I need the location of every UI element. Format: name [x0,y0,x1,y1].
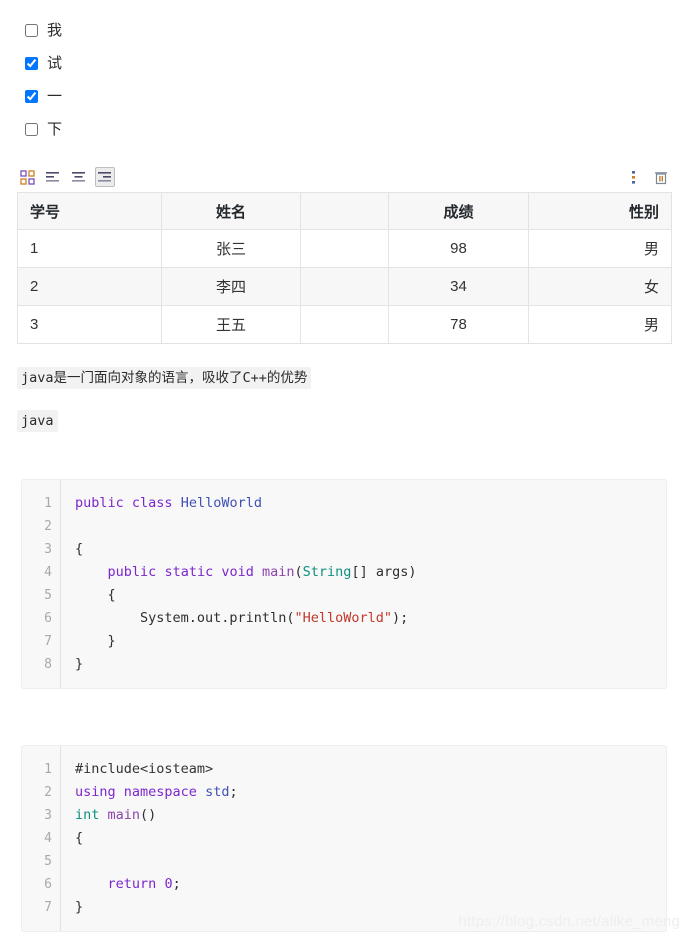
table-header: 学号 姓名 成绩 性别 [17,192,672,230]
task-label-0: 我 [47,22,63,39]
code-block-java: 1 2 3 4 5 6 7 8 public class HelloWorld … [21,479,667,689]
task-list-item[interactable]: 一 [0,80,688,113]
trash-icon[interactable] [651,167,671,187]
table-cell-score: 34 [388,267,529,306]
toolbar-left-group [17,167,115,187]
table-cell-score: 78 [388,305,529,344]
table-cell-id: 2 [17,267,162,306]
task-label-1: 试 [47,55,63,72]
code-cpp-pre: #include<iosteam> using namespace std; i… [75,761,238,915]
task-label-3: 下 [47,121,63,138]
task-checkbox-1[interactable] [25,57,38,70]
table-toolbar [17,166,671,188]
table-row[interactable]: 1 张三 98 男 [17,229,672,268]
grid-icon[interactable] [17,167,37,187]
paragraph-java-word: java [0,409,688,432]
table-header-cell-4: 性别 [528,192,672,230]
task-list-item[interactable]: 试 [0,47,688,80]
line-numbers-java: 1 2 3 4 5 6 7 8 [22,480,61,688]
code-content-java[interactable]: public class HelloWorld { public static … [61,480,667,688]
inline-code-java: java [17,409,58,432]
table-cell-empty [300,305,389,344]
table-header-cell-2 [300,192,389,230]
table-cell-score: 98 [388,229,529,268]
code-content-cpp[interactable]: #include<iosteam> using namespace std; i… [61,746,667,931]
task-list-item[interactable]: 下 [0,113,688,146]
table-cell-empty [300,267,389,306]
table-header-cell-1: 姓名 [161,192,301,230]
task-list: 我 试 一 下 [0,0,688,146]
align-center-icon[interactable] [69,167,89,187]
table-cell-id: 3 [17,305,162,344]
table-cell-id: 1 [17,229,162,268]
paragraph-java-intro: java是一门面向对象的语言，吸收了C++的优势 [0,367,688,389]
table-cell-gender: 男 [528,229,672,268]
table-cell-empty [300,229,389,268]
task-label-2: 一 [47,88,63,105]
table-cell-name: 李四 [161,267,301,306]
task-checkbox-3[interactable] [25,123,38,136]
table-container: 学号 姓名 成绩 性别 1 张三 98 男 2 李四 34 女 3 王五 78 … [17,192,672,344]
table-header-cell-0: 学号 [17,192,162,230]
more-vertical-icon[interactable] [623,167,643,187]
align-right-icon[interactable] [95,167,115,187]
watermark: https://blog.csdn.net/alike_meng [458,913,680,930]
table-cell-gender: 男 [528,305,672,344]
toolbar-right-group [623,167,671,187]
table-body: 1 张三 98 男 2 李四 34 女 3 王五 78 男 [17,229,672,344]
table-cell-name: 王五 [161,305,301,344]
table-header-cell-3: 成绩 [388,192,529,230]
table-row[interactable]: 3 王五 78 男 [17,305,672,344]
code-block-cpp: 1 2 3 4 5 6 7 #include<iosteam> using na… [21,745,667,932]
inline-code-java-intro: java是一门面向对象的语言，吸收了C++的优势 [17,367,312,389]
markdown-preview-page: 我 试 一 下 学号 姓名 成绩 性别 1 张三 98 男 2 李四 34 女 … [0,0,688,936]
line-numbers-cpp: 1 2 3 4 5 6 7 [22,746,61,931]
task-checkbox-0[interactable] [25,24,38,37]
align-left-icon[interactable] [43,167,63,187]
code-java-pre: public class HelloWorld { public static … [75,495,417,672]
table-row[interactable]: 2 李四 34 女 [17,267,672,306]
task-checkbox-2[interactable] [25,90,38,103]
table-header-row: 学号 姓名 成绩 性别 [17,192,672,230]
table-cell-gender: 女 [528,267,672,306]
student-table: 学号 姓名 成绩 性别 1 张三 98 男 2 李四 34 女 3 王五 78 … [17,192,672,344]
task-list-item[interactable]: 我 [0,14,688,47]
table-cell-name: 张三 [161,229,301,268]
